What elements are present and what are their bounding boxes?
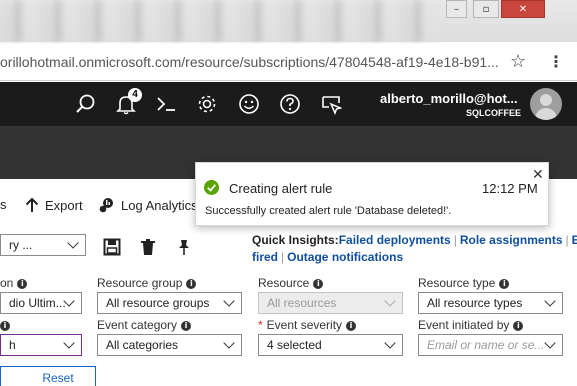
partial-link[interactable]: E bbox=[572, 233, 577, 247]
timespan-value: h bbox=[9, 338, 16, 352]
toast-message: Successfully created alert rule 'Databas… bbox=[205, 205, 452, 217]
info-icon: i bbox=[499, 279, 510, 289]
delete-icon[interactable] bbox=[138, 236, 158, 258]
resource-label: Resource i bbox=[258, 276, 324, 290]
resource-group-select[interactable]: All resource groups bbox=[97, 292, 242, 314]
avatar[interactable] bbox=[530, 88, 562, 120]
info-icon: i bbox=[313, 279, 324, 289]
gear-icon[interactable] bbox=[194, 91, 220, 117]
info-icon: i bbox=[186, 279, 197, 289]
event-severity-label: * Event severity i bbox=[258, 318, 357, 332]
event-severity-value: 4 selected bbox=[267, 338, 322, 352]
maximize-button[interactable]: ▫ bbox=[473, 0, 499, 18]
blurred-tabs bbox=[0, 0, 440, 42]
resource-group-label: Resource group i bbox=[97, 276, 197, 290]
resource-select[interactable]: All resources bbox=[258, 292, 403, 314]
role-assignments-link[interactable]: Role assignments bbox=[460, 233, 563, 247]
required-asterisk: * bbox=[258, 318, 263, 332]
info-icon: i bbox=[346, 321, 357, 331]
info-icon: i bbox=[17, 279, 28, 289]
arrow-up-icon bbox=[25, 197, 39, 212]
resource-type-select[interactable]: All resource types bbox=[418, 292, 563, 314]
bookmark-star-icon[interactable]: ☆ bbox=[510, 51, 526, 72]
event-initiated-placeholder: Email or name or se... bbox=[427, 338, 545, 352]
failed-deployments-link[interactable]: Failed deployments bbox=[339, 233, 451, 247]
subscription-value: dio Ultim... bbox=[9, 296, 66, 310]
user-name[interactable]: alberto_morillo@hot... bbox=[380, 91, 518, 106]
command-partial[interactable]: s bbox=[0, 197, 7, 212]
subscription-label: on i bbox=[0, 276, 28, 290]
log-analytics-button[interactable]: Log Analytics bbox=[99, 197, 198, 213]
close-icon[interactable]: ✕ bbox=[532, 167, 544, 183]
timespan-select[interactable]: h bbox=[0, 334, 82, 356]
url-input[interactable]: orillohotmail.onmicrosoft.com/resource/s… bbox=[0, 54, 499, 70]
event-initiated-input[interactable]: Email or name or se... bbox=[418, 334, 563, 356]
event-category-value: All categories bbox=[106, 338, 179, 352]
close-window-button[interactable]: ✕ bbox=[501, 0, 545, 18]
portal-header: 4 alberto_morillo@hot... SQLCOFFEE bbox=[0, 82, 577, 126]
export-label: Export bbox=[45, 197, 83, 213]
resource-type-label: Resource type i bbox=[418, 276, 510, 290]
smiley-icon[interactable] bbox=[236, 91, 262, 117]
notification-toast[interactable]: Creating alert rule 12:12 PM Successfull… bbox=[195, 162, 549, 226]
timespan-label: i bbox=[0, 318, 10, 332]
command-partial-label: s bbox=[0, 197, 7, 212]
event-severity-select[interactable]: 4 selected bbox=[258, 334, 403, 356]
tenant-name: SQLCOFFEE bbox=[466, 108, 522, 118]
resource-value: All resources bbox=[267, 296, 337, 310]
outage-notifications-link[interactable]: Outage notifications bbox=[287, 250, 403, 264]
save-icon[interactable] bbox=[102, 236, 122, 258]
address-bar: orillohotmail.onmicrosoft.com/resource/s… bbox=[0, 44, 577, 81]
success-check-icon bbox=[204, 180, 219, 198]
resource-group-value: All resource groups bbox=[106, 296, 210, 310]
notification-count-badge: 4 bbox=[128, 88, 142, 102]
info-icon: i bbox=[181, 321, 192, 331]
pin-icon[interactable] bbox=[174, 236, 194, 258]
fired-link[interactable]: fired bbox=[252, 250, 278, 264]
event-category-select[interactable]: All categories bbox=[97, 334, 242, 356]
browser-menu-icon[interactable]: ⋮ bbox=[548, 52, 564, 71]
query-select-value: ry ... bbox=[9, 238, 33, 252]
help-icon[interactable] bbox=[277, 91, 303, 117]
feedback-icon[interactable] bbox=[318, 91, 344, 117]
resource-type-value: All resource types bbox=[427, 296, 523, 310]
search-icon[interactable] bbox=[73, 91, 99, 117]
toast-title: Creating alert rule bbox=[229, 181, 333, 196]
quick-insights-row2: fired | Outage notifications bbox=[252, 250, 404, 264]
minimize-button[interactable]: – bbox=[446, 0, 467, 18]
query-select[interactable]: ry ... bbox=[0, 234, 86, 256]
cloud-shell-icon[interactable] bbox=[153, 91, 179, 117]
reset-button[interactable]: Reset bbox=[0, 366, 96, 386]
info-icon: i bbox=[0, 321, 10, 331]
log-analytics-label: Log Analytics bbox=[121, 197, 198, 213]
toast-time: 12:12 PM bbox=[482, 181, 538, 196]
quick-insights: Quick Insights:Failed deployments | Role a… bbox=[252, 233, 577, 247]
browser-titlebar: – ▫ ✕ bbox=[0, 0, 577, 42]
event-initiated-label: Event initiated by i bbox=[418, 318, 524, 332]
subscription-select[interactable]: dio Ultim... bbox=[0, 292, 82, 314]
info-icon: i bbox=[513, 321, 524, 331]
quick-insights-label: Quick Insights: bbox=[252, 233, 339, 247]
log-analytics-icon bbox=[99, 198, 113, 213]
export-button[interactable]: Export bbox=[25, 197, 83, 213]
event-category-label: Event category i bbox=[97, 318, 192, 332]
